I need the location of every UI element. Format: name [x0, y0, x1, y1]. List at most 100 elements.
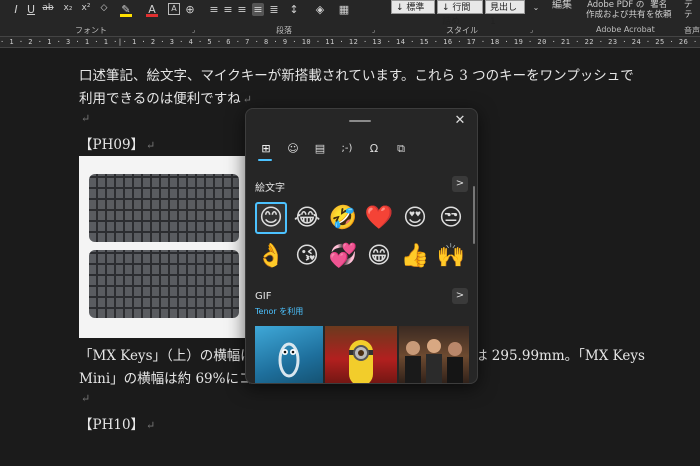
create-share-pdf-button[interactable]: Adobe PDF の 作成および共有 [586, 0, 646, 20]
emoji-more-button[interactable]: > [452, 176, 468, 192]
body-text-line: Mini」の横幅は約 69%にコ [79, 367, 252, 387]
paragraph-mark: ↵ [146, 139, 156, 152]
style-normal[interactable]: ↓ 標準 [391, 0, 435, 14]
kaomoji-text-tab[interactable]: ;-) [337, 140, 357, 158]
align-center-icon[interactable]: ≡ [222, 3, 234, 16]
justify-icon[interactable]: ≡ [252, 3, 264, 16]
emoji-thumbs-up[interactable]: 👍 [399, 240, 431, 272]
emoji-glyph: 😊 [259, 204, 283, 231]
align-right-icon[interactable]: ≡ [236, 3, 248, 16]
text-run: 利用できるのは便利ですね [79, 91, 241, 107]
text-run: は 295.99mm。「MX Keys [474, 348, 645, 364]
body-text-line: 口述筆記、絵文字、マイクキーが新搭載されています。これら 3 つのキーをワンプッ… [79, 64, 634, 84]
text-run: 【PH10】 [79, 417, 145, 433]
gif-thumbnail-minion[interactable] [325, 326, 397, 383]
gif-more-button[interactable]: > [452, 288, 468, 304]
emoji-raising-hands[interactable]: 🙌 [435, 240, 467, 272]
emoji-glyph: 😍 [403, 204, 427, 231]
gif-section-title: GIF [255, 291, 272, 302]
emoji-heart-eyes[interactable]: 😍 [399, 202, 431, 234]
active-tab-indicator [258, 159, 272, 161]
panel-scrollbar[interactable] [473, 186, 475, 244]
group-label-font: フォント [75, 26, 107, 35]
heading-ph09: 【PH09】 ↵ [79, 133, 155, 153]
styles-dialog-launcher-icon[interactable]: ⌟ [530, 26, 533, 34]
emoji-glyph: 😁 [367, 242, 391, 269]
text-run: 「MX Keys」（上）の横幅は [79, 348, 254, 364]
styles-expand-icon[interactable]: ⌄ [530, 3, 542, 12]
emoji-glyph: 👌 [256, 242, 286, 269]
underline-button[interactable]: U [25, 3, 37, 16]
drag-handle[interactable] [349, 120, 371, 122]
style-heading-1[interactable]: 見出し 1 [485, 0, 525, 27]
paragraph-mark: ↵ [242, 93, 252, 106]
group-label-styles: スタイル [446, 26, 478, 35]
body-text-line: は 295.99mm。「MX Keys [474, 344, 645, 364]
emoji-smiling-face[interactable]: 😊 [255, 202, 287, 234]
strikethrough-button[interactable]: ab [42, 3, 54, 13]
text-run: 【PH09】 [79, 137, 145, 153]
font-dialog-launcher-icon[interactable]: ⌟ [192, 26, 195, 34]
empty-paragraph: ↵ [79, 110, 90, 126]
highlight-button[interactable]: ✎ [120, 3, 132, 17]
symbols-tab-icon[interactable]: Ω [364, 140, 384, 158]
emoji-revolving-hearts[interactable]: 💞 [327, 240, 359, 272]
enclose-char-icon[interactable]: ⊕ [184, 3, 196, 16]
ribbon: I U ab x₂ x² ◇ ✎ A A ⊕ ≡ ≡ ≡ ≡ ≣ ↕ ◈ ▦ ↓… [0, 0, 700, 36]
edit-button[interactable]: 編集 [552, 0, 572, 12]
font-color-button[interactable]: A [146, 3, 158, 17]
char-shading-button[interactable]: A [168, 3, 180, 15]
group-label-acrobat: Adobe Acrobat [596, 25, 655, 34]
body-text-line: 利用できるのは便利ですね ↵ [79, 87, 252, 107]
group-label-paragraph: 段落 [276, 26, 292, 35]
clear-format-icon[interactable]: ◇ [98, 3, 110, 13]
align-left-icon[interactable]: ≡ [208, 3, 220, 16]
paragraph-dialog-launcher-icon[interactable]: ⌟ [372, 26, 375, 34]
subscript-button[interactable]: x₂ [62, 3, 74, 13]
ruler-ticks: · 1 · 2 · 1 · 3 · 1 · 1 ·|· 1 · 2 · 3 · … [0, 38, 700, 46]
paragraph-mark: ↵ [81, 392, 91, 405]
emoji-unamused[interactable]: 😒 [435, 202, 467, 234]
emoji-glyph: 😒 [439, 204, 463, 231]
request-signature-button[interactable]: 署名 を依頼 [646, 0, 672, 20]
tenor-link[interactable]: Tenor を利用 [255, 306, 303, 317]
horizontal-ruler[interactable]: · 1 · 2 · 1 · 3 · 1 · 1 ·|· 1 · 2 · 3 · … [0, 36, 700, 48]
emoji-glyph: 🤣 [328, 204, 358, 231]
gif-thumbnail-paperclip[interactable] [255, 326, 323, 383]
shading-icon[interactable]: ◈ [314, 3, 326, 16]
kaomoji-tab-icon[interactable]: ☺ [283, 140, 303, 158]
keyboard-image-top [89, 174, 239, 242]
emoji-ok-hand[interactable]: 👌 [255, 240, 287, 272]
emoji-glyph: 😂 [293, 204, 321, 231]
gif-art [405, 339, 463, 383]
group-label-voice: 音声 [684, 26, 700, 35]
emoji-section-title: 絵文字 [255, 183, 285, 194]
close-icon[interactable]: ✕ [453, 114, 467, 128]
superscript-button[interactable]: x² [80, 3, 92, 13]
emoji-rofl[interactable]: 🤣 [327, 202, 359, 234]
emoji-glyph: 💞 [328, 242, 358, 269]
emoji-tab-icon[interactable]: ⊞ [256, 140, 276, 158]
emoji-red-heart[interactable]: ❤️ [363, 202, 395, 234]
style-no-spacing[interactable]: ↓ 行間詰め [437, 0, 483, 27]
keyboards-photo[interactable] [79, 156, 247, 338]
body-text-line: 「MX Keys」（上）の横幅は [79, 344, 254, 364]
dictate-button[interactable]: デ テ [684, 0, 693, 20]
gif-thumbnail-crowd[interactable] [399, 326, 469, 383]
emoji-blowing-kiss[interactable]: 😘 [291, 240, 323, 272]
gif-art [349, 340, 373, 383]
empty-paragraph: ↵ [79, 390, 90, 406]
clipboard-tab-icon[interactable]: ⧉ [391, 140, 411, 158]
paragraph-mark: ↵ [146, 419, 156, 432]
emoji-glyph: ❤️ [364, 204, 394, 231]
emoji-beaming-face[interactable]: 😁 [363, 240, 395, 272]
distribute-icon[interactable]: ≣ [268, 3, 280, 16]
emoji-panel: ✕ ⊞ ☺ ▤ ;-) Ω ⧉ 絵文字 > 😊 😂 🤣 ❤️ 😍 😒 👌 😘 💞… [245, 108, 478, 384]
italic-button[interactable]: I [10, 3, 22, 16]
emoji-tears-of-joy[interactable]: 😂 [291, 202, 323, 234]
text-run: 口述筆記、絵文字、マイクキーが新搭載されています。これら 3 つのキーをワンプッ… [79, 68, 634, 84]
gif-tab-icon[interactable]: ▤ [310, 140, 330, 158]
line-spacing-icon[interactable]: ↕ [288, 3, 300, 16]
gif-art [278, 342, 300, 378]
borders-icon[interactable]: ▦ [338, 3, 350, 16]
